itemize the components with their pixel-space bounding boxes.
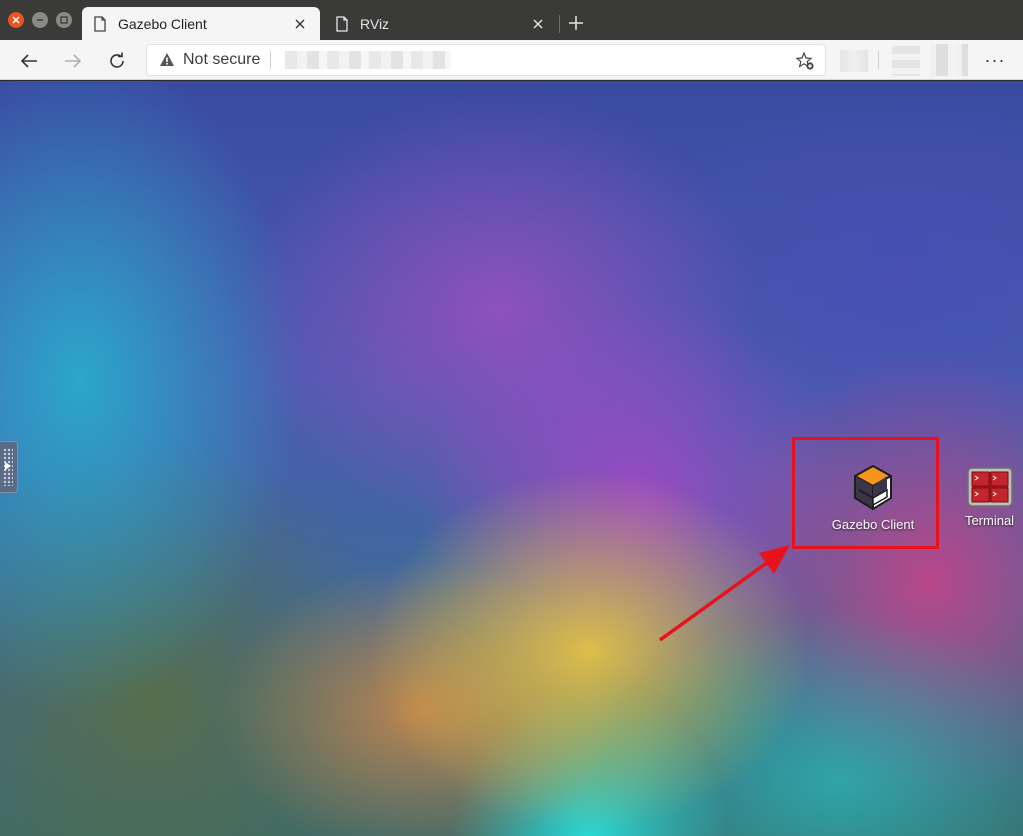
new-tab-button[interactable] [564,11,588,35]
forward-button[interactable] [60,48,86,74]
reload-icon [110,52,124,68]
desktop-icon-label: Terminal [964,513,1015,528]
close-icon [295,19,305,28]
profile-avatar-redacted[interactable] [930,44,968,76]
minimize-icon [37,19,43,21]
security-indicator[interactable]: Not secure [183,51,260,69]
arrow-left-icon [20,54,37,68]
address-bar[interactable]: Not secure [146,44,826,76]
warning-icon [160,53,174,66]
toolbar-divider [878,51,879,69]
add-favorite-icon[interactable] [795,51,815,71]
close-icon [12,16,20,24]
annotation-arrow-icon [658,545,790,642]
window-maximize-button[interactable] [56,12,72,28]
maximize-icon [60,16,68,24]
reload-button[interactable] [104,48,130,74]
close-icon [533,19,543,28]
side-panel-handle[interactable] [0,441,18,493]
page-icon [94,15,106,32]
url-text-redacted [285,51,452,69]
tab-close-button[interactable] [288,12,312,36]
tab-title: Gazebo Client [118,15,207,32]
settings-menu-button[interactable]: ··· [982,48,1008,72]
extension-icon-redacted[interactable] [840,50,868,72]
arrow-right-icon [65,54,82,68]
remote-desktop[interactable]: Gazebo Client Terminal [0,81,1023,836]
plus-icon [569,16,583,30]
desktop-icon-terminal[interactable]: Terminal [956,467,1023,528]
tab-rviz[interactable]: RViz [324,7,558,40]
tab-title: RViz [360,15,390,32]
terminal-icon [966,467,1013,507]
back-button[interactable] [16,48,42,74]
tab-gazebo-client[interactable]: Gazebo Client [82,7,320,40]
tab-divider [559,15,560,33]
tab-strip: Gazebo Client RViz [0,0,1023,40]
annotation-highlight-box [792,437,939,549]
window-close-button[interactable] [8,12,24,28]
expand-arrow-icon [5,462,11,470]
page-icon [336,15,348,32]
window-minimize-button[interactable] [32,12,48,28]
tab-close-button[interactable] [526,12,550,36]
address-divider [270,51,272,69]
extension-icon-redacted[interactable] [892,46,920,76]
